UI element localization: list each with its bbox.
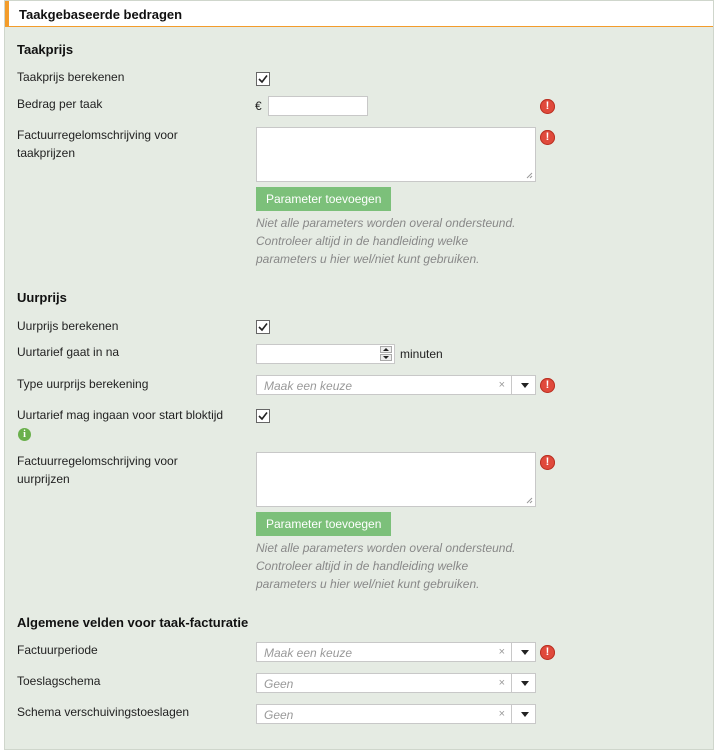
- error-icon: !: [540, 645, 555, 660]
- hourly-type-label: Type uurprijs berekening: [17, 377, 149, 391]
- add-parameter-button[interactable]: Parameter toevoegen: [256, 512, 392, 536]
- parameter-note: Niet alle parameters worden overal onder…: [256, 214, 556, 268]
- before-start-checkbox[interactable]: [256, 409, 270, 423]
- shift-surcharge-label: Schema verschuivingstoeslagen: [17, 705, 190, 719]
- uurprijs-desc-label-line1: Factuurregelomschrijving voor: [17, 454, 178, 468]
- clear-icon[interactable]: ×: [499, 379, 505, 391]
- spinner-down-button[interactable]: [380, 354, 392, 361]
- section-title-general: Algemene velden voor taak-facturatie: [17, 615, 249, 630]
- amount-per-task-input[interactable]: [268, 96, 368, 116]
- hourly-type-select[interactable]: Maak een keuze ×: [256, 375, 536, 395]
- hourly-start-number-input[interactable]: [256, 344, 395, 364]
- currency-symbol: €: [255, 99, 262, 113]
- spinner-up-button[interactable]: [380, 346, 392, 353]
- uurprijs-calc-label: Uurprijs berekenen: [17, 319, 119, 333]
- surcharge-scheme-label: Toeslagschema: [17, 674, 101, 688]
- panel-header: Taakgebaseerde bedragen: [5, 1, 713, 27]
- parameter-note-line2: Controleer altijd in de handleiding welk…: [256, 234, 469, 248]
- number-spinner[interactable]: [380, 346, 393, 362]
- section-title-uurprijs: Uurprijs: [17, 290, 67, 305]
- chevron-down-icon[interactable]: [521, 681, 529, 686]
- chevron-down-icon[interactable]: [521, 650, 529, 655]
- panel-title: Taakgebaseerde bedragen: [19, 7, 183, 22]
- select-value: Geen: [264, 677, 294, 691]
- taakprijs-calc-checkbox[interactable]: [256, 72, 270, 86]
- taakprijs-desc-label-line2: taakprijzen: [17, 146, 76, 160]
- error-icon: !: [540, 455, 555, 470]
- select-separator: [511, 705, 512, 723]
- clear-icon[interactable]: ×: [499, 646, 505, 658]
- error-icon: !: [540, 99, 555, 114]
- minutes-unit-label: minuten: [400, 347, 443, 361]
- taakprijs-desc-textarea[interactable]: [256, 127, 536, 182]
- surcharge-scheme-select[interactable]: Geen ×: [256, 673, 536, 693]
- uurprijs-calc-checkbox[interactable]: [256, 320, 270, 334]
- parameter-note-line1: Niet alle parameters worden overal onder…: [256, 541, 516, 555]
- checkmark-icon: [258, 412, 268, 421]
- arrow-down-icon: [383, 356, 389, 359]
- select-separator: [511, 643, 512, 661]
- section-title-taakprijs: Taakprijs: [17, 42, 74, 57]
- select-placeholder: Maak een keuze: [264, 379, 353, 393]
- clear-icon[interactable]: ×: [499, 677, 505, 689]
- parameter-note-line3: parameters u hier wel/niet kunt gebruike…: [256, 577, 480, 591]
- amount-per-task-label: Bedrag per taak: [17, 97, 103, 111]
- select-value: Geen: [264, 708, 294, 722]
- select-placeholder: Maak een keuze: [264, 646, 353, 660]
- add-parameter-button[interactable]: Parameter toevoegen: [256, 187, 392, 211]
- clear-icon[interactable]: ×: [499, 708, 505, 720]
- taakprijs-calc-label: Taakprijs berekenen: [17, 70, 125, 84]
- arrow-up-icon: [383, 348, 389, 351]
- checkmark-icon: [258, 323, 268, 332]
- uurprijs-desc-label-line2: uurprijzen: [17, 472, 70, 486]
- parameter-note-line3: parameters u hier wel/niet kunt gebruike…: [256, 252, 480, 266]
- error-icon: !: [540, 130, 555, 145]
- invoice-period-select[interactable]: Maak een keuze ×: [256, 642, 536, 662]
- chevron-down-icon[interactable]: [521, 712, 529, 717]
- hourly-start-label: Uurtarief gaat in na: [17, 345, 120, 359]
- uurprijs-desc-textarea[interactable]: [256, 452, 536, 507]
- chevron-down-icon[interactable]: [521, 383, 529, 388]
- shift-surcharge-select[interactable]: Geen ×: [256, 704, 536, 724]
- before-start-label: Uurtarief mag ingaan voor start bloktijd: [17, 408, 224, 422]
- select-separator: [511, 674, 512, 692]
- parameter-note-line1: Niet alle parameters worden overal onder…: [256, 216, 516, 230]
- resize-grip-icon[interactable]: [525, 496, 533, 504]
- select-separator: [511, 376, 512, 394]
- taakprijs-desc-label-line1: Factuurregelomschrijving voor: [17, 128, 178, 142]
- info-icon[interactable]: i: [18, 428, 31, 441]
- task-amounts-panel: Taakgebaseerde bedragen Taakprijs Taakpr…: [4, 0, 714, 750]
- error-icon: !: [540, 378, 555, 393]
- checkmark-icon: [258, 75, 268, 84]
- invoice-period-label: Factuurperiode: [17, 643, 98, 657]
- parameter-note: Niet alle parameters worden overal onder…: [256, 539, 556, 593]
- parameter-note-line2: Controleer altijd in de handleiding welk…: [256, 559, 469, 573]
- resize-grip-icon[interactable]: [525, 171, 533, 179]
